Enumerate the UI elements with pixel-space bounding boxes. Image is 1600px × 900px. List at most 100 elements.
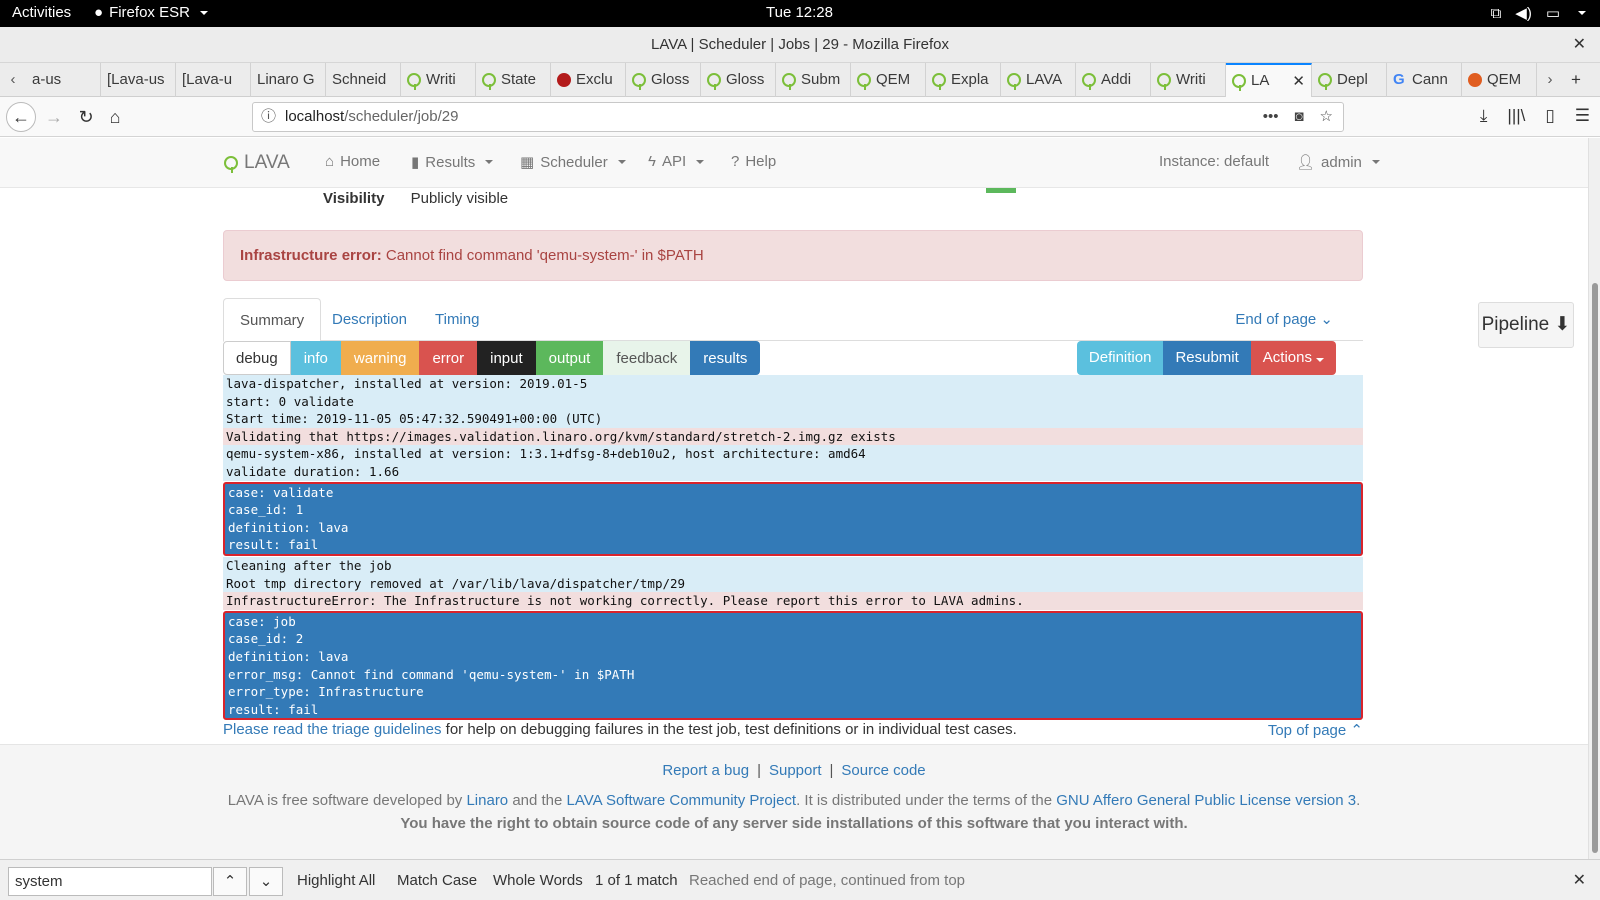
whole-words-toggle[interactable]: Whole Words — [493, 872, 583, 889]
visibility-value: Publicly visible — [410, 190, 509, 207]
page-actions-icon[interactable]: ••• — [1263, 103, 1279, 131]
browser-tab[interactable]: LAVA — [1001, 62, 1076, 97]
tabs-scroll-left-icon[interactable]: ‹ — [0, 71, 26, 88]
filter-error-button[interactable]: error — [419, 341, 478, 375]
bookmark-star-icon[interactable]: ☆ — [1320, 103, 1333, 131]
url-bar[interactable]: ⓘ localhost/scheduler/job/29 ••• ◙ ☆ — [252, 102, 1344, 132]
system-tray[interactable]: ⧉ ◀) ▭ — [1491, 4, 1586, 22]
browser-tab[interactable]: Expla — [926, 62, 1001, 97]
tabs-scroll-right-icon[interactable]: › — [1537, 71, 1563, 88]
log-line: Validating that https://images.validatio… — [223, 427, 1363, 446]
test-case-result-block[interactable]: case: job case_id: 2 definition: lava error… — [223, 610, 1363, 721]
browser-tab[interactable]: Schneid — [326, 62, 401, 97]
home-icon: ⌂ — [325, 153, 335, 170]
actions-dropdown[interactable]: Actions — [1250, 341, 1336, 375]
forward-icon[interactable]: → — [40, 103, 68, 131]
window-close-icon[interactable]: ✕ — [1573, 27, 1586, 63]
source-code-link[interactable]: Source code — [841, 762, 925, 779]
nav-results[interactable]: ▮ Results — [411, 153, 494, 171]
result-line: case: job — [228, 613, 296, 629]
clock[interactable]: Tue 12:28 — [766, 4, 833, 21]
question-icon: ? — [731, 153, 740, 170]
home-icon[interactable]: ⌂ — [101, 103, 129, 131]
nav-api[interactable]: ϟ API — [648, 153, 705, 170]
resubmit-button[interactable]: Resubmit — [1163, 341, 1251, 375]
filter-warning-button[interactable]: warning — [340, 341, 420, 375]
tab-description[interactable]: Description — [316, 298, 423, 341]
chevron-down-icon — [696, 159, 705, 164]
find-previous-icon[interactable]: ⌃ — [213, 867, 247, 896]
end-of-page-link[interactable]: End of page ⌄ — [1235, 298, 1333, 341]
browser-tab[interactable]: a-us — [26, 62, 101, 97]
triage-guidelines-link[interactable]: Please read the triage guidelines — [223, 721, 441, 738]
filter-feedback-button[interactable]: feedback — [603, 341, 691, 375]
browser-tab[interactable]: Writi — [1151, 62, 1226, 97]
app-menu[interactable]: ● Firefox ESR — [94, 4, 208, 21]
lava-brand[interactable]: LAVA — [224, 152, 290, 174]
system-top-bar: Activities ● Firefox ESR Tue 12:28 ⧉ ◀) … — [0, 0, 1600, 27]
browser-tab[interactable]: Gloss — [701, 62, 776, 97]
browser-tab[interactable]: Addi — [1076, 62, 1151, 97]
lava-favicon-icon — [932, 72, 946, 90]
browser-tab[interactable]: Writi — [401, 62, 476, 97]
library-icon[interactable]: |||\ — [1507, 106, 1525, 126]
downloads-icon[interactable]: ⤓ — [1480, 106, 1488, 126]
scrollbar-thumb[interactable] — [1592, 283, 1598, 853]
filter-results-button[interactable]: results — [690, 341, 761, 375]
result-line: result: fail — [228, 537, 319, 553]
filter-info-button[interactable]: info — [290, 341, 341, 375]
browser-tab[interactable]: [Lava-u — [176, 62, 251, 97]
browser-tab[interactable]: [Lava-us — [101, 62, 176, 97]
highlight-all-toggle[interactable]: Highlight All — [297, 872, 375, 889]
page-scrollbar[interactable] — [1588, 138, 1600, 859]
tab-label: State — [501, 71, 537, 88]
browser-tab[interactable]: QEM — [851, 62, 926, 97]
license-link[interactable]: GNU Affero General Public License versio… — [1056, 792, 1356, 809]
site-info-icon[interactable]: ⓘ — [261, 103, 276, 131]
browser-tab[interactable]: Subm — [776, 62, 851, 97]
nav-home[interactable]: ⌂ Home — [325, 153, 380, 170]
nav-help[interactable]: ? Help — [731, 153, 776, 170]
browser-tab[interactable]: QEM — [1462, 62, 1537, 97]
browser-tab[interactable]: LA ✕ — [1226, 62, 1312, 97]
result-line: error_msg: Cannot find command 'qemu-sys… — [228, 666, 635, 682]
tab-timing[interactable]: Timing — [419, 298, 495, 341]
report-bug-link[interactable]: Report a bug — [662, 762, 749, 779]
filter-debug-button[interactable]: debug — [223, 341, 291, 375]
definition-button[interactable]: Definition — [1076, 341, 1164, 375]
top-of-page-link[interactable]: Top of page ⌃ — [1268, 721, 1363, 739]
reload-icon[interactable]: ↻ — [72, 103, 100, 131]
browser-tab[interactable]: Linaro G — [251, 62, 326, 97]
find-close-icon[interactable]: ✕ — [1573, 870, 1586, 890]
red-favicon-icon — [557, 72, 571, 87]
browser-tab[interactable]: G Cann — [1387, 62, 1462, 97]
linaro-link[interactable]: Linaro — [466, 792, 508, 809]
browser-tab[interactable]: Depl — [1312, 62, 1387, 97]
new-tab-icon[interactable]: + — [1571, 70, 1581, 90]
find-input[interactable]: system — [8, 867, 212, 896]
nav-scheduler[interactable]: ▦ Scheduler — [520, 153, 626, 171]
menu-icon[interactable]: ☰ — [1575, 106, 1590, 126]
visibility-label: Visibility — [323, 190, 385, 207]
lava-favicon-icon — [1318, 72, 1332, 90]
chevron-down-icon — [199, 10, 208, 15]
filter-output-button[interactable]: output — [535, 341, 604, 375]
browser-tab[interactable]: State — [476, 62, 551, 97]
back-icon[interactable]: ← — [6, 102, 36, 132]
filter-input-button[interactable]: input — [477, 341, 536, 375]
match-case-toggle[interactable]: Match Case — [397, 872, 477, 889]
sidebar-icon[interactable]: ▯ — [1545, 106, 1554, 126]
top-of-page-label: Top of page — [1267, 722, 1347, 739]
close-tab-icon[interactable]: ✕ — [1292, 72, 1305, 90]
pipeline-button[interactable]: Pipeline ⬇ — [1478, 302, 1574, 348]
user-menu[interactable]: 👤︎ admin — [1296, 153, 1380, 171]
test-case-result-block[interactable]: case: validate case_id: 1 definition: lava… — [223, 481, 1363, 556]
tab-summary[interactable]: Summary — [223, 298, 322, 342]
activities-button[interactable]: Activities — [12, 4, 71, 21]
community-link[interactable]: LAVA Software Community Project — [567, 792, 797, 809]
find-next-icon[interactable]: ⌄ — [249, 867, 283, 896]
browser-tab[interactable]: Exclu — [551, 62, 626, 97]
support-link[interactable]: Support — [769, 762, 822, 779]
pocket-icon[interactable]: ◙ — [1294, 103, 1303, 131]
browser-tab[interactable]: Gloss — [626, 62, 701, 97]
